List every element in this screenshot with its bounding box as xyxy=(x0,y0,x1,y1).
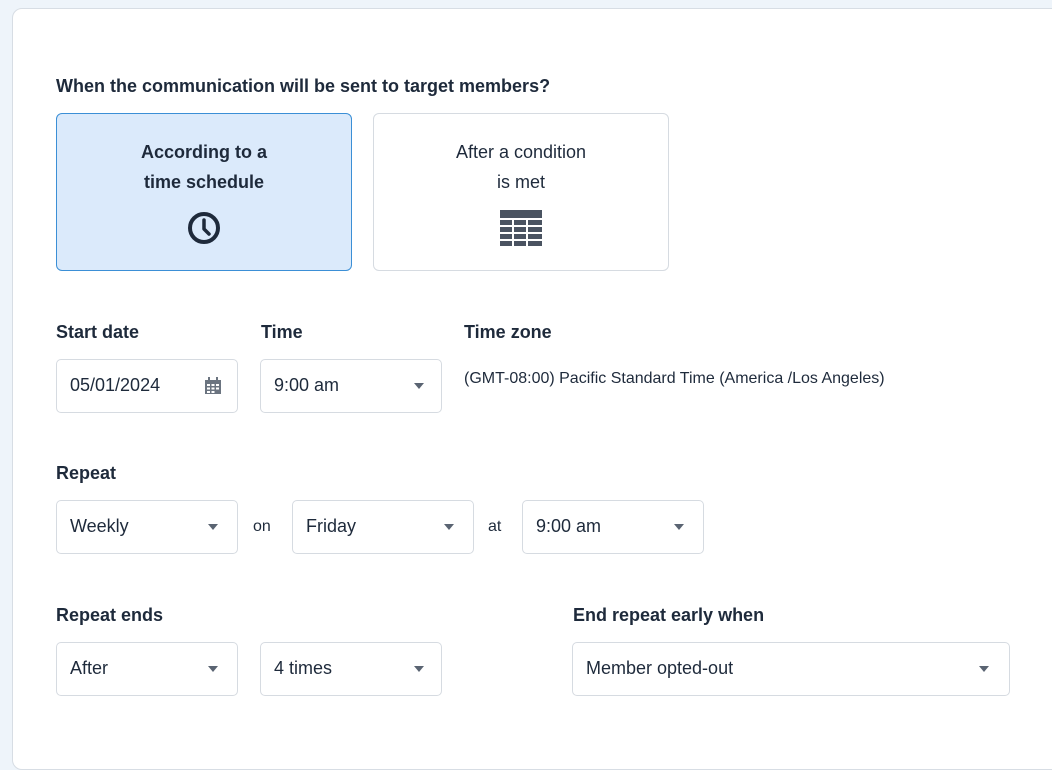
repeat-at-label: at xyxy=(488,518,502,535)
start-date-label: Start date xyxy=(56,322,140,342)
send-timing-question: When the communication will be sent to t… xyxy=(56,76,551,96)
repeat-time-value: 9:00 am xyxy=(536,516,602,536)
time-select[interactable]: 9:00 am xyxy=(260,359,442,413)
chevron-down-icon xyxy=(979,666,989,672)
chevron-down-icon xyxy=(414,383,424,389)
option-condition-met[interactable]: After a condition is met xyxy=(373,113,669,271)
time-label: Time xyxy=(261,322,303,342)
repeat-day-select[interactable]: Friday xyxy=(292,500,474,554)
time-zone-label: Time zone xyxy=(464,322,552,342)
time-value: 9:00 am xyxy=(274,375,340,395)
chevron-down-icon xyxy=(208,666,218,672)
chevron-down-icon xyxy=(444,524,454,530)
repeat-ends-label: Repeat ends xyxy=(56,605,164,625)
option-time-schedule-line1: According to a xyxy=(140,142,267,162)
end-early-select[interactable]: Member opted-out xyxy=(572,642,1010,696)
repeat-ends-type-select[interactable]: After xyxy=(56,642,238,696)
repeat-day-value: Friday xyxy=(306,516,357,536)
chevron-down-icon xyxy=(414,666,424,672)
start-date-field[interactable]: 05/01/2024 xyxy=(56,359,238,413)
chevron-down-icon xyxy=(208,524,218,530)
start-date-value: 05/01/2024 xyxy=(70,375,161,395)
option-condition-line2: is met xyxy=(496,172,545,192)
repeat-ends-count-value: 4 times xyxy=(274,658,333,678)
end-early-value: Member opted-out xyxy=(586,658,734,678)
repeat-ends-type-value: After xyxy=(70,658,109,678)
time-zone-value: (GMT-08:00) Pacific Standard Time (Ameri… xyxy=(464,370,885,387)
option-time-schedule[interactable]: According to a time schedule xyxy=(56,113,352,271)
repeat-frequency-select[interactable]: Weekly xyxy=(56,500,238,554)
repeat-label: Repeat xyxy=(56,463,117,483)
calendar-icon[interactable] xyxy=(204,377,222,400)
clock-icon xyxy=(186,210,222,251)
repeat-ends-count-select[interactable]: 4 times xyxy=(260,642,442,696)
repeat-time-select[interactable]: 9:00 am xyxy=(522,500,704,554)
table-icon xyxy=(500,210,542,253)
repeat-frequency-value: Weekly xyxy=(70,516,129,536)
chevron-down-icon xyxy=(674,524,684,530)
option-condition-line1: After a condition xyxy=(455,142,587,162)
end-early-label: End repeat early when xyxy=(573,605,765,625)
repeat-on-label: on xyxy=(253,518,271,535)
option-time-schedule-line2: time schedule xyxy=(143,172,265,192)
